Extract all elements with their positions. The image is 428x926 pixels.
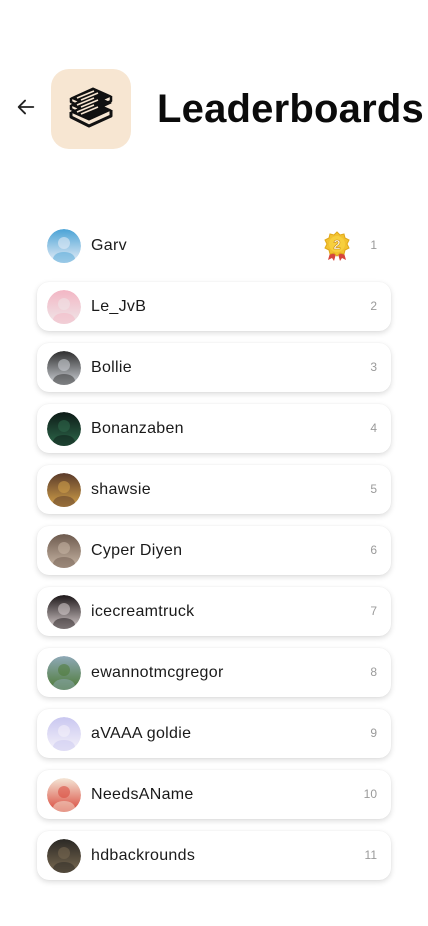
player-name: Garv [91, 237, 127, 254]
player-name: hdbackrounds [91, 847, 196, 864]
rank-number: 7 [370, 604, 377, 618]
player-name: Bollie [91, 359, 132, 376]
leaderboard-list: Garv 2 1 Le_JvB 2 Bollie 3 Bonanzaben 4 shawsie 5 C… [37, 221, 391, 892]
leaderboard-row[interactable]: Cyper Diyen 6 [37, 526, 391, 575]
rank-number: 4 [370, 421, 377, 435]
avatar [47, 229, 81, 263]
leaderboard-row[interactable]: hdbackrounds 11 [37, 831, 391, 880]
avatar [47, 412, 81, 446]
app-icon [51, 69, 131, 149]
leaderboard-row[interactable]: Bollie 3 [37, 343, 391, 392]
rank-number: 10 [363, 787, 377, 801]
header: Leaderboards [0, 68, 428, 150]
leaderboard-row[interactable]: aVAAA goldie 9 [37, 709, 391, 758]
medal-badge: 2 [322, 231, 352, 261]
leaderboard-row[interactable]: NeedsAName 10 [37, 770, 391, 819]
stack-books-icon [69, 87, 113, 128]
player-name: aVAAA goldie [91, 725, 192, 742]
avatar [47, 595, 81, 629]
avatar [47, 534, 81, 568]
player-name: ewannotmcgregor [91, 664, 224, 681]
player-name: icecreamtruck [91, 603, 195, 620]
avatar [47, 351, 81, 385]
leaderboard-row[interactable]: Bonanzaben 4 [37, 404, 391, 453]
avatar [47, 839, 81, 873]
rank-number: 6 [370, 543, 377, 557]
player-name: shawsie [91, 481, 151, 498]
avatar [47, 656, 81, 690]
avatar [47, 717, 81, 751]
avatar [47, 778, 81, 812]
leaderboard-row[interactable]: shawsie 5 [37, 465, 391, 514]
rank-number: 3 [370, 360, 377, 374]
leaderboard-row[interactable]: Le_JvB 2 [37, 282, 391, 331]
medal-badge-icon: 2 [324, 231, 350, 261]
rank-number: 9 [370, 726, 377, 740]
rank-number: 5 [370, 482, 377, 496]
arrow-left-icon [17, 99, 35, 115]
avatar [47, 290, 81, 324]
rank-number: 1 [370, 238, 377, 252]
player-name: Le_JvB [91, 298, 147, 315]
back-button[interactable] [12, 93, 40, 121]
leaderboard-row[interactable]: ewannotmcgregor 8 [37, 648, 391, 697]
player-name: Cyper Diyen [91, 542, 183, 559]
page-title: Leaderboards [157, 87, 424, 131]
badge-number: 2 [333, 237, 340, 252]
player-name: NeedsAName [91, 786, 194, 803]
avatar [47, 473, 81, 507]
leaderboard-row[interactable]: Garv 2 1 [37, 221, 391, 270]
rank-number: 2 [370, 299, 377, 313]
leaderboard-row[interactable]: icecreamtruck 7 [37, 587, 391, 636]
player-name: Bonanzaben [91, 420, 184, 437]
rank-number: 8 [370, 665, 377, 679]
rank-number: 11 [364, 848, 377, 862]
